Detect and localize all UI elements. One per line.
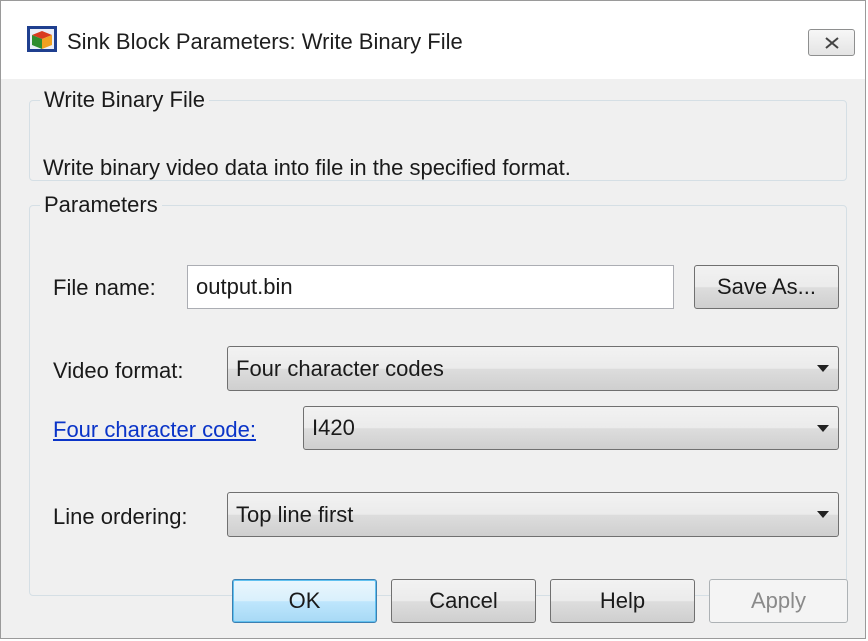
chevron-down-icon: [808, 347, 838, 390]
dialog-window: Sink Block Parameters: Write Binary File…: [0, 0, 866, 639]
four-character-code-select[interactable]: I420: [303, 406, 839, 450]
ok-button[interactable]: OK: [232, 579, 377, 623]
title-bar: Sink Block Parameters: Write Binary File: [1, 1, 865, 79]
close-button[interactable]: [808, 29, 855, 56]
file-name-label: File name:: [53, 275, 156, 300]
description-heading: Write Binary File: [44, 87, 205, 112]
four-character-code-link[interactable]: Four character code:: [53, 417, 256, 443]
video-format-label: Video format:: [53, 358, 184, 383]
parameters-group: Parameters File name: output.bin Save As…: [29, 192, 847, 596]
line-ordering-value: Top line first: [236, 501, 354, 527]
parameters-heading: Parameters: [44, 192, 158, 217]
dialog-body: Write Binary File Write binary video dat…: [9, 79, 858, 631]
apply-button[interactable]: Apply: [709, 579, 848, 623]
four-character-code-value: I420: [312, 415, 355, 440]
video-format-value: Four character codes: [236, 355, 444, 381]
close-icon: [824, 36, 839, 49]
help-button[interactable]: Help: [550, 579, 695, 623]
save-as-button[interactable]: Save As...: [694, 265, 839, 309]
simulink-block-icon: [26, 23, 58, 55]
window-title: Sink Block Parameters: Write Binary File: [67, 29, 463, 54]
line-ordering-label: Line ordering:: [53, 504, 188, 529]
file-name-input[interactable]: output.bin: [187, 265, 674, 309]
video-format-select[interactable]: Four character codes: [227, 346, 839, 391]
line-ordering-select[interactable]: Top line first: [227, 492, 839, 537]
chevron-down-icon: [808, 407, 838, 449]
cancel-button[interactable]: Cancel: [391, 579, 536, 623]
chevron-down-icon: [808, 493, 838, 536]
description-text: Write binary video data into file in the…: [43, 155, 571, 180]
description-group: Write Binary File Write binary video dat…: [29, 87, 847, 181]
